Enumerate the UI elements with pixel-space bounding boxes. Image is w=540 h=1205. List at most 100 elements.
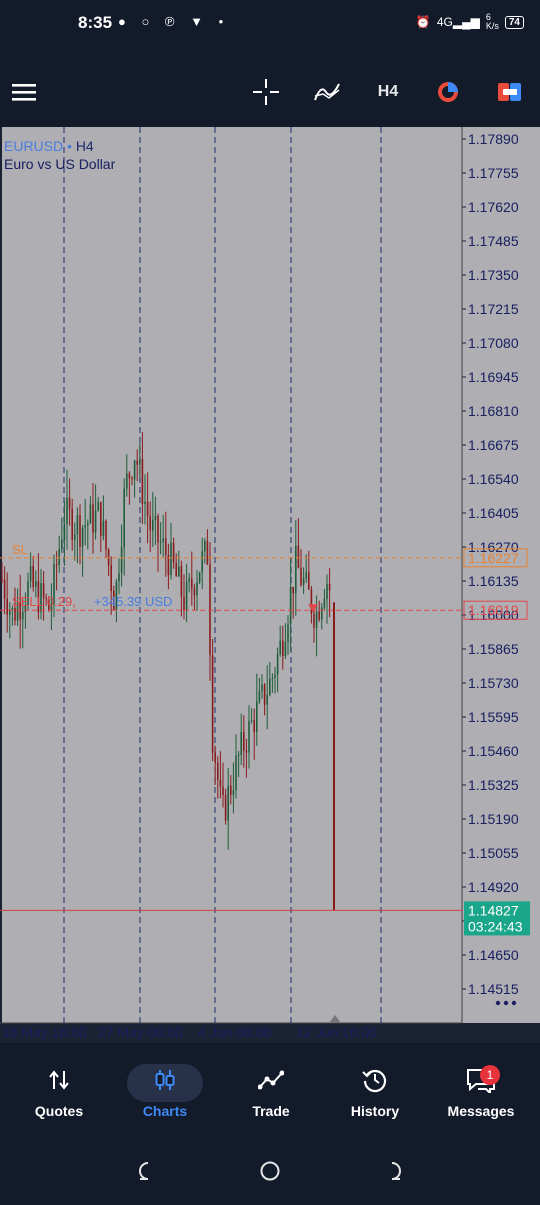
tab-label: History bbox=[350, 1103, 400, 1119]
y-tick-label: 1.17350 bbox=[468, 267, 519, 283]
candle-body bbox=[123, 488, 125, 548]
y-tick-label: 1.15730 bbox=[468, 675, 519, 691]
candle-body bbox=[250, 719, 253, 722]
candle-body bbox=[188, 578, 190, 582]
candle-body bbox=[227, 785, 229, 821]
candle-body bbox=[118, 572, 120, 582]
y-tick-label: 1.15055 bbox=[468, 845, 519, 861]
bar-countdown: 03:24:43 bbox=[468, 918, 523, 934]
candle-body bbox=[222, 786, 224, 796]
candle-body bbox=[110, 565, 112, 591]
candle-body bbox=[94, 510, 97, 533]
tab-label: Messages bbox=[447, 1103, 515, 1119]
candle-body bbox=[81, 527, 84, 547]
candle-body bbox=[274, 674, 276, 678]
messages-badge: 1 bbox=[480, 1065, 500, 1085]
candle-body bbox=[131, 478, 133, 480]
candle-body bbox=[63, 523, 66, 540]
candle-body bbox=[235, 755, 237, 791]
status-right: ⏰ 4G▂▄▆ 6 K/s 74 bbox=[416, 13, 524, 31]
candle-body bbox=[266, 694, 268, 705]
candle-body bbox=[14, 607, 16, 621]
y-tick-label: 1.16945 bbox=[468, 369, 519, 385]
tab-label: Trade bbox=[252, 1103, 290, 1119]
candle-body bbox=[256, 701, 258, 733]
candle-body bbox=[144, 501, 146, 504]
candle-body bbox=[196, 582, 198, 596]
candle-body bbox=[139, 459, 141, 465]
tab-trade[interactable]: Trade bbox=[218, 1059, 324, 1131]
candle-body bbox=[178, 566, 180, 577]
y-tick-label: 1.17485 bbox=[468, 233, 519, 249]
open-price-label: 1.16019 bbox=[468, 602, 519, 618]
candle-body bbox=[100, 502, 102, 536]
position-label: SELL 0.29, bbox=[12, 594, 76, 609]
y-tick-label: 1.17080 bbox=[468, 335, 519, 351]
candle-body bbox=[84, 525, 86, 528]
history-icon bbox=[322, 1059, 428, 1101]
net-speed: 6 K/s bbox=[485, 12, 499, 31]
candle-body bbox=[74, 534, 76, 540]
candle-body bbox=[295, 545, 297, 594]
status-time: 8:35 bbox=[78, 13, 113, 32]
candle-body bbox=[102, 520, 105, 536]
candle-body bbox=[217, 762, 219, 780]
candle-body bbox=[321, 607, 323, 620]
candle-body bbox=[157, 515, 159, 543]
y-tick-label: 1.17215 bbox=[468, 301, 519, 317]
candle-body bbox=[79, 515, 81, 547]
candle-body bbox=[71, 508, 73, 540]
candle-body bbox=[300, 567, 302, 585]
y-tick-label: 1.17620 bbox=[468, 199, 519, 215]
tab-quotes[interactable]: Quotes bbox=[6, 1059, 112, 1131]
candle-body bbox=[97, 502, 99, 511]
y-tick-label: 1.17755 bbox=[468, 165, 519, 181]
chart-area[interactable]: 1.17890 1.17755 1.17620 1.17485 1.17350 1.172… bbox=[0, 127, 540, 1043]
candle-body bbox=[209, 564, 211, 656]
system-navigation-bar bbox=[0, 1143, 540, 1200]
candle-body bbox=[6, 598, 8, 615]
y-tick-label: 1.14515 bbox=[468, 981, 519, 997]
trade-toggle-icon[interactable] bbox=[496, 76, 524, 108]
candle-body bbox=[183, 596, 185, 611]
candle-body bbox=[55, 564, 58, 566]
price-chart[interactable]: 1.17890 1.17755 1.17620 1.17485 1.17350 1.172… bbox=[0, 127, 540, 1043]
candle-body bbox=[214, 752, 216, 763]
candle-body bbox=[287, 624, 289, 642]
candle-body bbox=[232, 790, 235, 795]
x-tick-label: 27 May 00:00 bbox=[98, 1024, 183, 1040]
tab-history[interactable]: History bbox=[322, 1059, 428, 1131]
candle-body bbox=[154, 515, 157, 520]
y-tick-label: 1.16675 bbox=[468, 437, 519, 453]
timeframe-button[interactable]: H4 bbox=[370, 76, 406, 108]
color-scheme-icon[interactable] bbox=[434, 76, 462, 108]
candle-body bbox=[89, 504, 92, 524]
candle-body bbox=[68, 497, 71, 509]
candle-body bbox=[175, 562, 177, 577]
candle-body bbox=[185, 581, 188, 611]
candle-body bbox=[302, 578, 305, 585]
candle-body bbox=[279, 640, 281, 655]
candle-body bbox=[126, 473, 128, 489]
candle-body bbox=[305, 572, 307, 579]
candle-body bbox=[22, 612, 24, 620]
candle-body bbox=[284, 641, 287, 657]
menu-icon[interactable] bbox=[10, 76, 38, 108]
candle-body bbox=[1, 579, 3, 581]
crosshair-icon[interactable] bbox=[252, 76, 280, 108]
candle-body bbox=[92, 504, 94, 533]
candle-body bbox=[180, 566, 183, 597]
alarm-icon: ⏰ bbox=[415, 15, 431, 29]
indicators-icon[interactable] bbox=[312, 76, 342, 108]
y-tick-label: 1.16540 bbox=[468, 471, 519, 487]
candle-body bbox=[271, 677, 274, 679]
candle-body bbox=[248, 721, 250, 753]
candle-body bbox=[29, 565, 32, 582]
tab-label: Charts bbox=[142, 1103, 188, 1119]
system-nav-icons bbox=[139, 1161, 401, 1181]
trade-line-icon bbox=[218, 1059, 324, 1101]
candle-body bbox=[141, 459, 144, 504]
tab-charts[interactable]: Charts bbox=[112, 1059, 218, 1131]
notification-icons: ● ○ ℗ ▼ • bbox=[118, 14, 230, 29]
x-tick-label: 12 Jun 16:00 bbox=[296, 1024, 377, 1040]
